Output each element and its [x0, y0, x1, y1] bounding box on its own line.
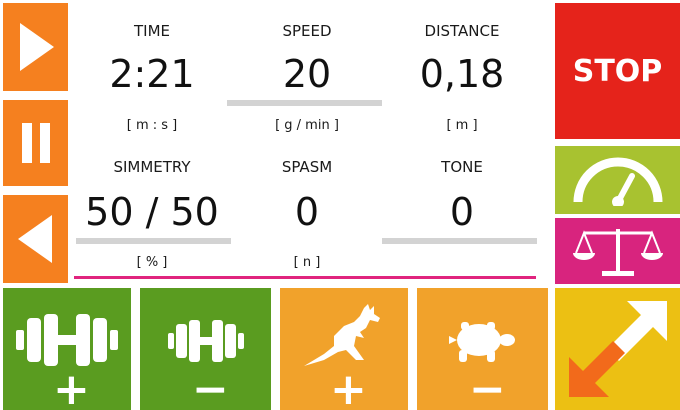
play-icon [19, 23, 54, 71]
metrics-panel: TIME 2:21 [ m : s ] SPEED 20 [ g / min ]… [72, 0, 552, 282]
spasm-label: SPASM [281, 158, 333, 176]
speed-label: SPEED [282, 22, 332, 40]
weight-decrease-button[interactable]: − [140, 288, 271, 410]
speed-increase-button[interactable]: + [280, 288, 408, 410]
dumbbell-icon [168, 320, 244, 362]
distance-value: 0,18 [419, 52, 505, 96]
speed-minus-sign: − [469, 364, 506, 410]
symmetry-bar [76, 238, 231, 244]
symmetry-unit: [ % ] [136, 255, 168, 270]
time-unit: [ m : s ] [126, 118, 178, 133]
spasm-unit: [ n ] [293, 255, 321, 270]
tone-bar [382, 238, 537, 244]
kangaroo-icon [304, 304, 380, 366]
spasm-value: 0 [294, 190, 320, 234]
distance-label: DISTANCE [424, 22, 500, 40]
reverse-icon [17, 215, 52, 263]
tone-value: 0 [449, 190, 475, 234]
speed-plus-sign: + [330, 364, 367, 410]
distance-unit: [ m ] [446, 118, 478, 133]
time-label: TIME [133, 22, 170, 40]
balance-button[interactable] [555, 218, 680, 284]
symmetry-label: SIMMETRY [113, 158, 191, 176]
weight-plus-sign: + [53, 364, 90, 410]
speed-unit: [ g / min ] [275, 118, 339, 133]
panel-divider [74, 276, 536, 279]
stop-button[interactable]: STOP [555, 3, 680, 139]
tone-label: TONE [441, 158, 483, 176]
reverse-button[interactable] [3, 195, 68, 283]
weight-minus-sign: − [192, 364, 229, 410]
weight-increase-button[interactable]: + [3, 288, 131, 410]
symmetry-value: 50 / 50 [85, 190, 219, 234]
swap-direction-button[interactable] [555, 288, 680, 410]
turtle-icon [449, 322, 515, 362]
gauge-button[interactable] [555, 146, 680, 214]
play-button[interactable] [3, 3, 68, 91]
stop-label: STOP [572, 53, 663, 89]
time-value: 2:21 [109, 52, 195, 96]
balance-scale-icon [572, 229, 663, 276]
pause-button[interactable] [3, 100, 68, 186]
speed-bar [227, 100, 382, 106]
speed-decrease-button[interactable]: − [417, 288, 548, 410]
swap-arrows-icon [568, 301, 667, 397]
dumbbell-icon [16, 314, 118, 366]
pause-icon [21, 123, 50, 163]
gauge-icon [573, 157, 662, 206]
speed-value: 20 [282, 52, 332, 96]
